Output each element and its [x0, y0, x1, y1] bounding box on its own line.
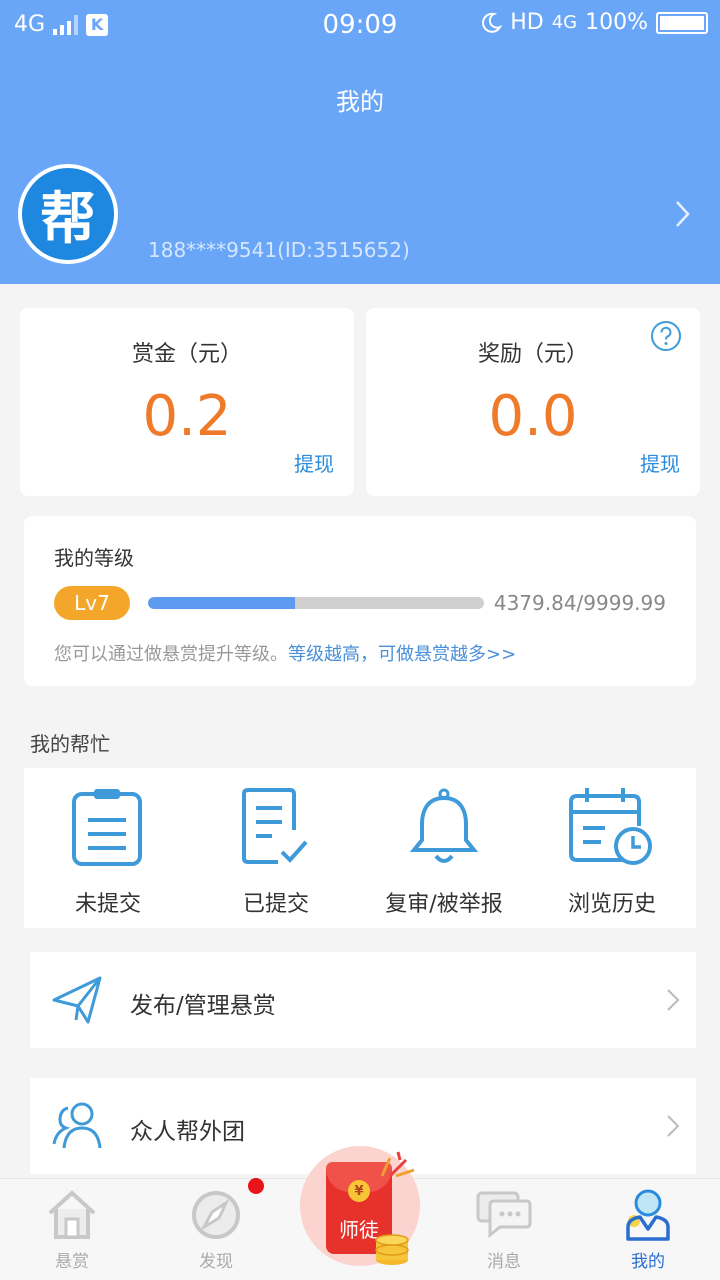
chevron-right-icon[interactable] [674, 198, 692, 230]
nav-item-bounty[interactable]: 悬赏 [12, 1187, 132, 1272]
document-check-icon [242, 788, 308, 864]
discover-notification-dot [248, 1178, 264, 1194]
bounty-value: 0.2 [142, 384, 232, 449]
level-tip-text: 您可以通过做悬赏提升等级。 [54, 644, 288, 665]
grid-label: 已提交 [242, 892, 309, 917]
chevron-right-icon [667, 989, 680, 1011]
avatar-logo: 帮 [22, 168, 114, 260]
nav-label: 我的 [631, 1252, 665, 1272]
nav-item-discover[interactable]: 发现 [156, 1187, 276, 1272]
chevron-right-icon [667, 1115, 680, 1137]
level-tip: 您可以通过做悬赏提升等级。等级越高，可做悬赏越多>> [54, 640, 516, 666]
level-title: 我的等级 [54, 546, 134, 570]
profile-header: 4G K 09:09 HD 4G 100% 我的 帮 188****9541(I… [0, 0, 720, 284]
bounty-title: 赏金（元） [131, 342, 242, 367]
grid-item-review[interactable]: 复审/被举报 [360, 786, 528, 917]
avatar[interactable]: 帮 [18, 164, 118, 264]
yuan-coin-icon: ¥ [348, 1180, 370, 1202]
grid-item-submitted[interactable]: 已提交 [192, 786, 360, 917]
paper-plane-icon [52, 976, 102, 1024]
level-tip-link[interactable]: 等级越高，可做悬赏越多>> [288, 644, 516, 665]
status-bar: 4G K 09:09 HD 4G 100% [0, 0, 720, 52]
battery-percent: 100% [585, 10, 648, 35]
moon-icon [482, 12, 503, 33]
coins-icon [375, 1234, 409, 1265]
grid-label: 复审/被举报 [385, 892, 503, 917]
row-label: 发布/管理悬赏 [130, 993, 276, 1019]
reward-withdraw-button[interactable]: 提现 [640, 448, 680, 477]
level-badge: Lv7 [54, 586, 130, 620]
reward-value: 0.0 [488, 384, 578, 449]
my-help-grid: 未提交 已提交 复审/被举报 浏览历史 [24, 768, 696, 928]
grid-label: 浏览历史 [567, 892, 656, 917]
network-type-right: 4G [551, 12, 578, 33]
question-circle-icon[interactable] [650, 320, 682, 352]
clipboard-icon [72, 789, 142, 866]
grid-item-history[interactable]: 浏览历史 [528, 786, 696, 917]
users-icon [52, 1102, 102, 1149]
bounty-withdraw-button[interactable]: 提现 [294, 448, 334, 477]
calendar-clock-icon [569, 788, 652, 865]
level-card[interactable]: 我的等级 Lv7 4379.84/9999.99 您可以通过做悬赏提升等级。等级… [24, 516, 696, 686]
level-progress-text: 4379.84/9999.99 [493, 591, 666, 615]
user-id: 188****9541(ID:3515652) [148, 238, 410, 262]
compass-icon [192, 1191, 240, 1239]
section-label-my-help: 我的帮忙 [30, 732, 110, 756]
chat-icon [476, 1191, 532, 1239]
reward-card: 奖励（元） 0.0 提现 [366, 308, 700, 496]
nav-label: 悬赏 [55, 1252, 89, 1272]
level-progress-fill [148, 597, 296, 609]
home-icon [48, 1190, 96, 1239]
profile-icon [626, 1189, 670, 1241]
row-publish-manage[interactable]: 发布/管理悬赏 [30, 952, 696, 1048]
grid-item-unsubmitted[interactable]: 未提交 [24, 786, 192, 917]
bounty-card: 赏金（元） 0.2 提现 [20, 308, 354, 496]
sparkle-icon [380, 1151, 415, 1178]
hd-indicator: HD [510, 10, 544, 35]
battery-icon [656, 11, 708, 34]
nav-item-messages[interactable]: 消息 [444, 1187, 564, 1272]
nav-label: 发现 [199, 1252, 233, 1272]
bell-icon [409, 788, 479, 863]
nav-item-mine[interactable]: 我的 [588, 1187, 708, 1272]
level-progress-bar [148, 597, 484, 609]
nav-label: 消息 [487, 1252, 521, 1272]
page-title: 我的 [336, 88, 384, 116]
grid-label: 未提交 [74, 892, 141, 917]
row-label: 众人帮外团 [130, 1119, 245, 1145]
